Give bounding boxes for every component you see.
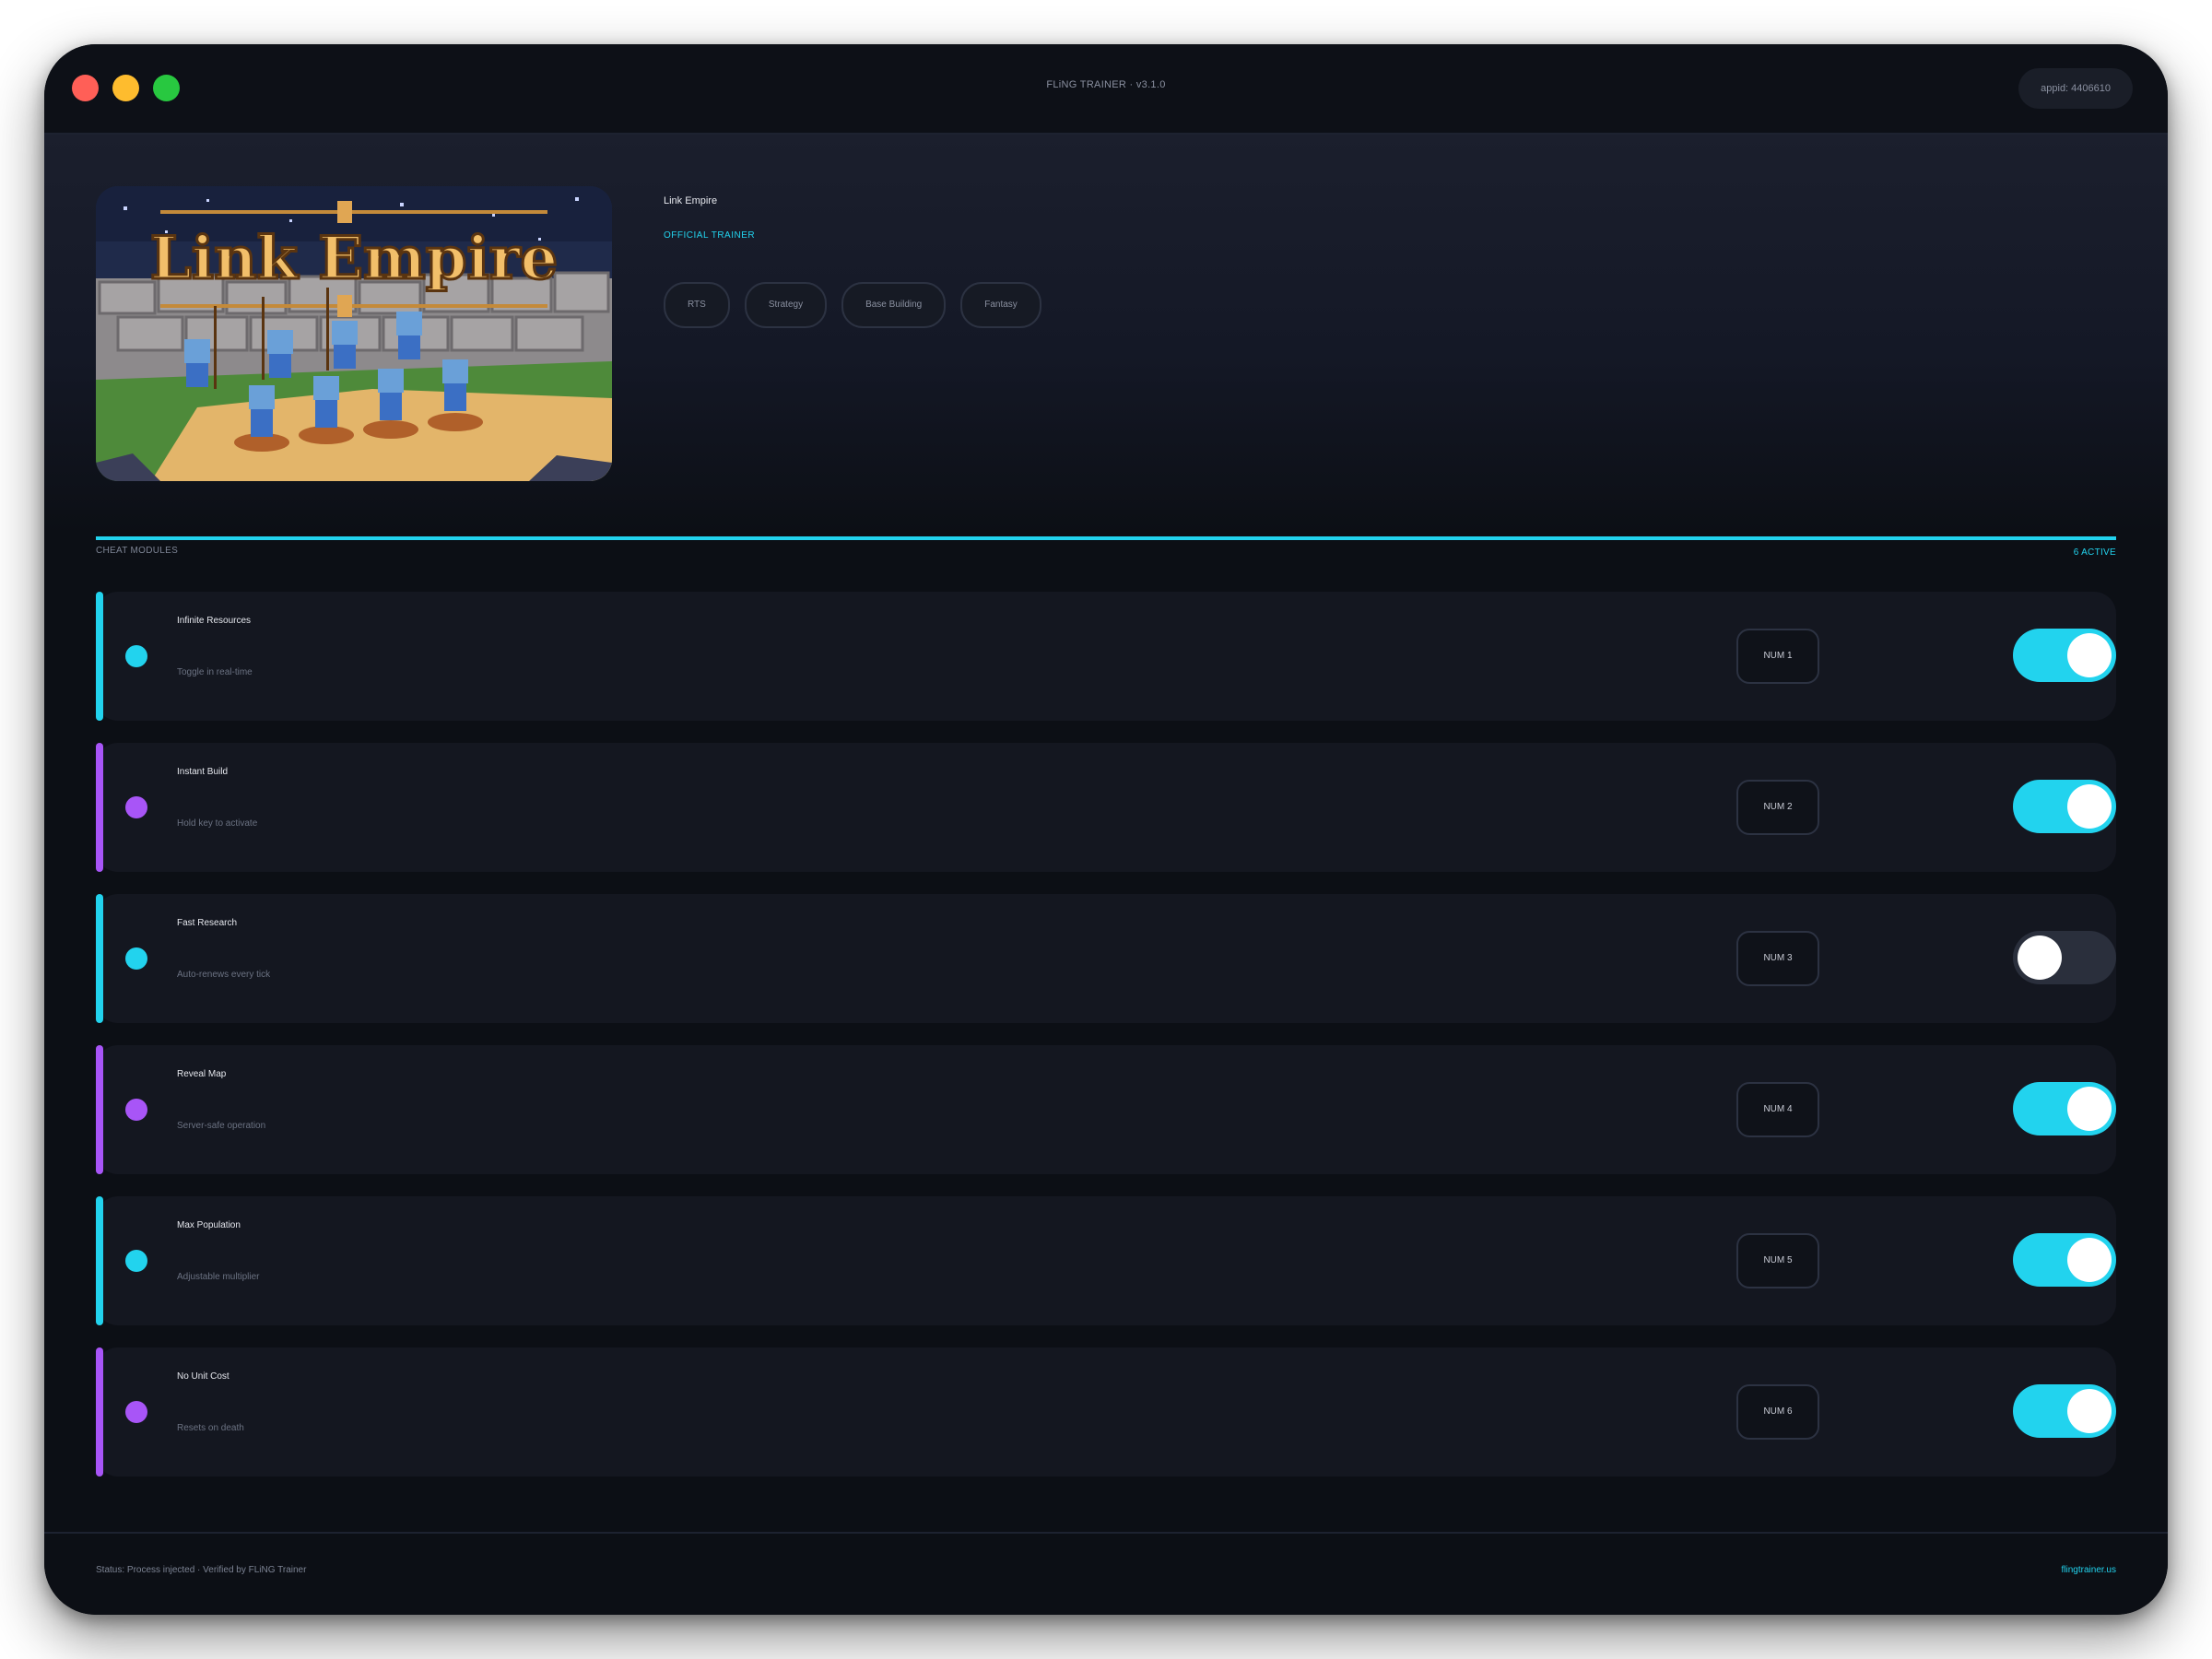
toggle-knob: [2067, 633, 2112, 677]
tag-strategy[interactable]: Strategy: [744, 282, 828, 328]
window-title: FLiNG TRAINER · v3.1.0: [1046, 79, 1166, 90]
game-header: Link Empire Link Empire OFFICIAL TRAINER…: [44, 135, 2168, 533]
status-dot: [125, 645, 147, 667]
hotkey-badge[interactable]: NUM 4: [1736, 1082, 1819, 1137]
toggle-knob: [2067, 1238, 2112, 1282]
tag-rts[interactable]: RTS: [664, 282, 730, 328]
toggle-knob: [2067, 784, 2112, 829]
cheat-description: Hold key to activate: [177, 818, 258, 829]
accent-bar: [96, 894, 103, 1023]
status-dot: [125, 796, 147, 818]
cheat-row-max-population: Max Population Adjustable multiplier NUM…: [96, 1196, 2116, 1325]
game-cover-image: Link Empire: [96, 186, 612, 481]
cheat-toggle[interactable]: [2013, 1384, 2116, 1438]
accent-bar: [96, 1045, 103, 1174]
active-count: 6 ACTIVE: [2073, 547, 2116, 558]
accent-bar: [96, 743, 103, 872]
status-text: Status: Process injected · Verified by F…: [96, 1565, 307, 1575]
cheat-row-reveal-map: Reveal Map Server-safe operation NUM 4: [96, 1045, 2116, 1174]
official-trainer-badge: OFFICIAL TRAINER: [664, 230, 756, 241]
hotkey-badge[interactable]: NUM 5: [1736, 1233, 1819, 1288]
section-divider: [96, 536, 2116, 540]
cheat-name: Fast Research: [177, 918, 238, 928]
genre-tags: RTS Strategy Base Building Fantasy: [664, 282, 1041, 328]
cheat-name: Infinite Resources: [177, 616, 252, 626]
cheat-toggle[interactable]: [2013, 629, 2116, 682]
tag-fantasy[interactable]: Fantasy: [960, 282, 1041, 328]
accent-bar: [96, 1347, 103, 1477]
status-footer: Status: Process injected · Verified by F…: [44, 1532, 2168, 1615]
status-dot: [125, 1250, 147, 1272]
cover-title: Link Empire: [150, 224, 558, 293]
cheat-name: No Unit Cost: [177, 1371, 229, 1382]
cheat-description: Adjustable multiplier: [177, 1272, 260, 1282]
hotkey-badge[interactable]: NUM 6: [1736, 1384, 1819, 1440]
accent-bar: [96, 592, 103, 721]
toggle-knob: [2018, 935, 2062, 980]
status-dot: [125, 947, 147, 970]
toggle-knob: [2067, 1389, 2112, 1433]
status-dot: [125, 1099, 147, 1121]
cheat-row-no-unit-cost: No Unit Cost Resets on death NUM 6: [96, 1347, 2116, 1477]
trainer-window: FLiNG TRAINER · v3.1.0 appid: 4406610 Li…: [44, 44, 2168, 1615]
cheat-description: Server-safe operation: [177, 1121, 266, 1131]
cheat-name: Reveal Map: [177, 1069, 227, 1079]
cheat-row-infinite-resources: Infinite Resources Toggle in real-time N…: [96, 592, 2116, 721]
cheat-module-list: Infinite Resources Toggle in real-time N…: [96, 592, 2116, 1499]
tag-base-building[interactable]: Base Building: [841, 282, 947, 328]
cheat-toggle[interactable]: [2013, 931, 2116, 984]
status-dot: [125, 1401, 147, 1423]
cheat-name: Max Population: [177, 1220, 241, 1230]
hotkey-badge[interactable]: NUM 2: [1736, 780, 1819, 835]
section-label: CHEAT MODULES: [96, 546, 179, 556]
cheat-toggle[interactable]: [2013, 780, 2116, 833]
website-link[interactable]: flingtrainer.us: [2062, 1565, 2116, 1575]
appid-badge: appid: 4406610: [2018, 68, 2133, 109]
cheat-toggle[interactable]: [2013, 1233, 2116, 1287]
cheat-row-fast-research: Fast Research Auto-renews every tick NUM…: [96, 894, 2116, 1023]
hotkey-badge[interactable]: NUM 1: [1736, 629, 1819, 684]
cheat-name: Instant Build: [177, 767, 229, 777]
accent-bar: [96, 1196, 103, 1325]
cheat-description: Auto-renews every tick: [177, 970, 271, 980]
cheat-toggle[interactable]: [2013, 1082, 2116, 1135]
title-bar: FLiNG TRAINER · v3.1.0 appid: 4406610: [44, 44, 2168, 135]
hotkey-badge[interactable]: NUM 3: [1736, 931, 1819, 986]
toggle-knob: [2067, 1087, 2112, 1131]
game-title: Link Empire: [664, 195, 718, 206]
cheat-row-instant-build: Instant Build Hold key to activate NUM 2: [96, 743, 2116, 872]
cheat-description: Toggle in real-time: [177, 667, 253, 677]
cheat-description: Resets on death: [177, 1423, 244, 1433]
